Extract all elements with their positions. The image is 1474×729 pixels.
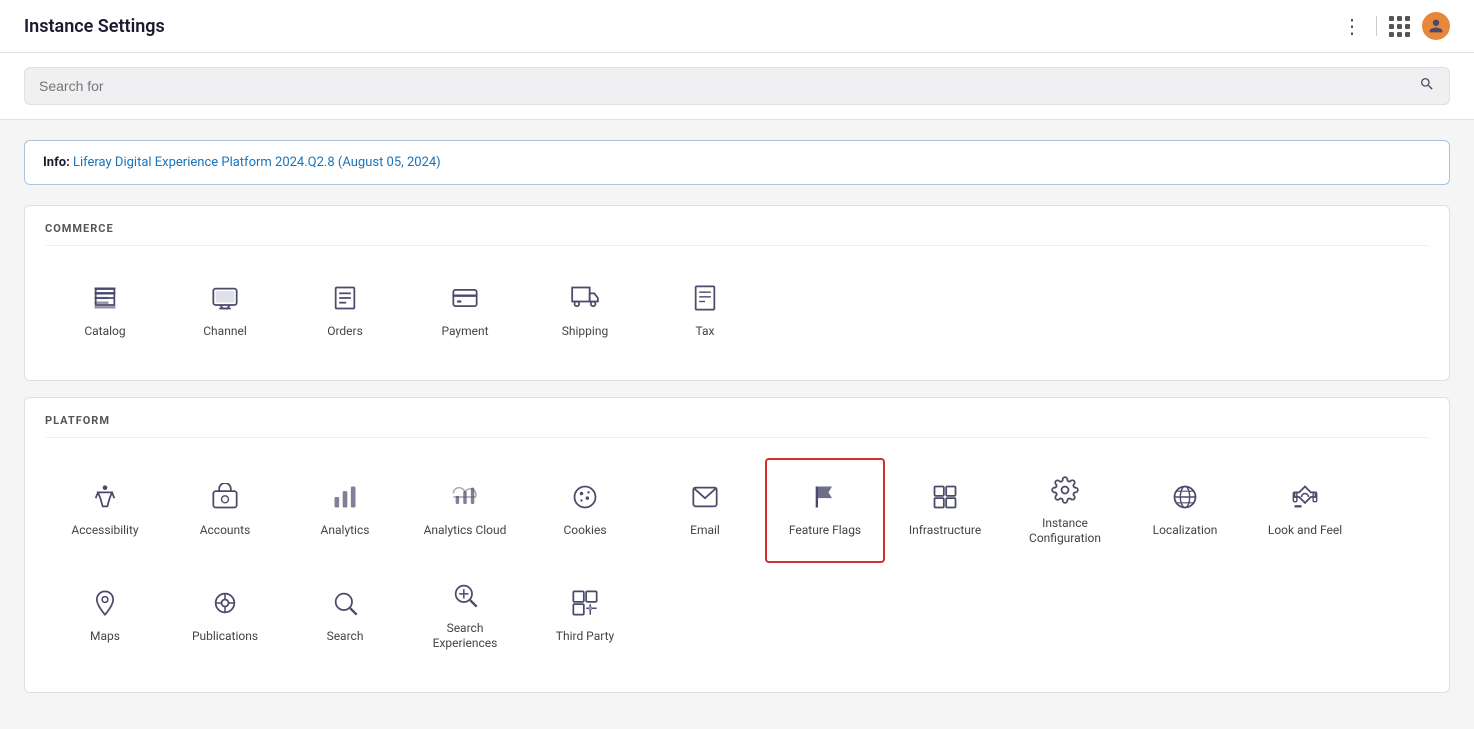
third-party-icon [569,587,601,619]
publications-icon [209,587,241,619]
search-item-icon [329,587,361,619]
search-experiences-icon [449,579,481,611]
accounts-icon [209,481,241,513]
shipping-item[interactable]: Shipping [525,266,645,356]
search-icon [1419,76,1435,96]
accounts-item[interactable]: Accounts [165,458,285,563]
top-bar-actions: ⋮ [1342,12,1450,40]
publications-item[interactable]: Publications [165,563,285,668]
analytics-cloud-label: Analytics Cloud [424,523,507,539]
platform-grid: Accessibility Accounts Analytics Analyti… [45,458,1429,668]
search-item[interactable]: Search [285,563,405,668]
email-item[interactable]: Email [645,458,765,563]
feature-flags-icon [809,481,841,513]
platform-section-title: PLATFORM [45,414,1429,438]
commerce-grid: Catalog Channel Orders Payment [45,266,1429,356]
top-bar: Instance Settings ⋮ [0,0,1474,53]
email-label: Email [690,523,720,539]
payment-icon [449,282,481,314]
payment-label: Payment [441,324,488,340]
instance-configuration-icon [1049,474,1081,506]
cookies-item[interactable]: Cookies [525,458,645,563]
search-input[interactable] [39,78,1409,94]
infrastructure-item[interactable]: Infrastructure [885,458,1005,563]
look-and-feel-label: Look and Feel [1268,523,1342,539]
third-party-label: Third Party [556,629,614,645]
info-banner: Info: Liferay Digital Experience Platfor… [24,140,1450,185]
cookies-icon [569,481,601,513]
search-bar-container [0,53,1474,120]
search-experiences-item[interactable]: Search Experiences [405,563,525,668]
tax-label: Tax [696,324,715,340]
infrastructure-label: Infrastructure [909,523,981,539]
feature-flags-item[interactable]: Feature Flags [765,458,885,563]
orders-item[interactable]: Orders [285,266,405,356]
search-experiences-label: Search Experiences [415,621,515,652]
analytics-cloud-icon [449,481,481,513]
third-party-item[interactable]: Third Party [525,563,645,668]
analytics-item[interactable]: Analytics [285,458,405,563]
accessibility-item[interactable]: Accessibility [45,458,165,563]
channel-item[interactable]: Channel [165,266,285,356]
info-label: Info: [43,155,70,170]
channel-icon [209,282,241,314]
search-bar [24,67,1450,105]
maps-item[interactable]: Maps [45,563,165,668]
maps-label: Maps [90,629,120,645]
commerce-section: COMMERCE Catalog Channel Orders [24,205,1450,381]
localization-item[interactable]: Localization [1125,458,1245,563]
shipping-label: Shipping [562,324,608,340]
feature-flags-label: Feature Flags [789,523,861,539]
catalog-icon [89,282,121,314]
orders-label: Orders [327,324,363,340]
tax-item[interactable]: Tax [645,266,765,356]
localization-icon [1169,481,1201,513]
main-content: Info: Liferay Digital Experience Platfor… [0,120,1474,729]
payment-item[interactable]: Payment [405,266,525,356]
analytics-cloud-item[interactable]: Analytics Cloud [405,458,525,563]
orders-icon [329,282,361,314]
look-and-feel-item[interactable]: Look and Feel [1245,458,1365,563]
channel-label: Channel [203,324,246,340]
more-options-icon[interactable]: ⋮ [1342,14,1364,38]
analytics-label: Analytics [321,523,370,539]
maps-icon [89,587,121,619]
commerce-section-title: COMMERCE [45,222,1429,246]
catalog-label: Catalog [84,324,125,340]
look-and-feel-icon [1289,481,1321,513]
platform-section: PLATFORM Accessibility Accounts Analytic… [24,397,1450,693]
email-icon [689,481,721,513]
catalog-item[interactable]: Catalog [45,266,165,356]
divider [1376,16,1377,36]
accounts-label: Accounts [200,523,251,539]
analytics-icon [329,481,361,513]
page-title: Instance Settings [24,16,165,37]
infrastructure-icon [929,481,961,513]
accessibility-label: Accessibility [71,523,138,539]
cookies-label: Cookies [563,523,606,539]
avatar[interactable] [1422,12,1450,40]
search-label: Search [327,629,364,645]
localization-label: Localization [1153,523,1218,539]
shipping-icon [569,282,601,314]
instance-configuration-label: Instance Configuration [1029,516,1101,547]
instance-configuration-item[interactable]: Instance Configuration [1005,458,1125,563]
accessibility-icon [89,481,121,513]
info-text: Liferay Digital Experience Platform 2024… [73,155,441,170]
publications-label: Publications [192,629,258,645]
apps-grid-icon[interactable] [1389,16,1410,37]
tax-icon [689,282,721,314]
